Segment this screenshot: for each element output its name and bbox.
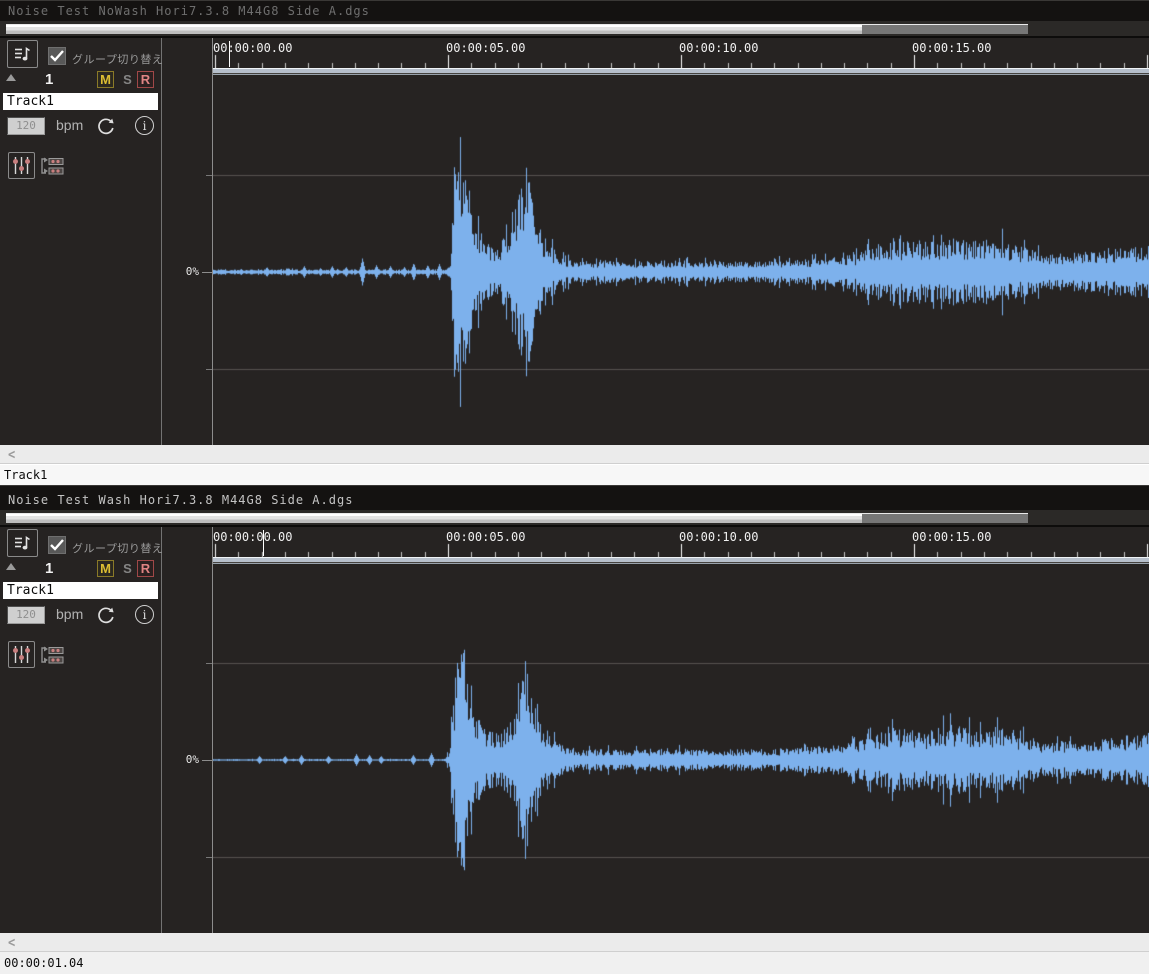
music-note-icon bbox=[13, 45, 32, 63]
collapse-track-arrow[interactable] bbox=[6, 74, 16, 81]
window-title: Noise Test NoWash Hori7.3.8 M44G8 Side A… bbox=[8, 4, 370, 18]
track-number: 1 bbox=[45, 71, 53, 88]
tab-scroll-strip: < bbox=[0, 933, 1149, 952]
effect-routing-icon[interactable] bbox=[38, 645, 66, 669]
zero-percent-label: 0% bbox=[186, 265, 199, 278]
info-icon[interactable]: i bbox=[135, 605, 154, 624]
track-name-field[interactable]: Track1 bbox=[3, 93, 158, 110]
clip-region-bar[interactable] bbox=[213, 68, 1149, 76]
ruler-ticks bbox=[213, 527, 1149, 557]
lower-grid-tick bbox=[206, 369, 212, 370]
track-name-field[interactable]: Track1 bbox=[3, 582, 158, 599]
scrollbar-thumb[interactable] bbox=[6, 25, 862, 34]
playhead-cursor[interactable] bbox=[229, 41, 230, 67]
amplitude-scale-gutter: 0% bbox=[162, 527, 213, 933]
zero-tick bbox=[202, 760, 212, 761]
mute-button[interactable]: M bbox=[97, 560, 114, 577]
horizontal-scrollbar[interactable] bbox=[0, 21, 1149, 38]
app-root: Noise Test NoWash Hori7.3.8 M44G8 Side A… bbox=[0, 0, 1149, 974]
check-icon bbox=[50, 50, 64, 62]
collapse-track-arrow[interactable] bbox=[6, 563, 16, 570]
mixer-button[interactable] bbox=[8, 152, 35, 179]
track-number: 1 bbox=[45, 560, 53, 577]
window-title: Noise Test Wash Hori7.3.8 M44G8 Side A.d… bbox=[8, 493, 353, 507]
scrollbar-track[interactable] bbox=[6, 24, 1028, 34]
tab-scroll-strip: < bbox=[0, 445, 1149, 464]
track-tab[interactable]: Track1 bbox=[0, 464, 1149, 485]
scrollbar-track[interactable] bbox=[6, 513, 1028, 523]
group-toggle-checkbox[interactable] bbox=[48, 47, 66, 65]
upper-grid-tick bbox=[206, 663, 212, 664]
check-icon bbox=[50, 539, 64, 551]
editor-window-nowash: Noise Test NoWash Hori7.3.8 M44G8 Side A… bbox=[0, 0, 1149, 485]
record-button[interactable]: R bbox=[137, 560, 154, 577]
group-toggle-checkbox[interactable] bbox=[48, 536, 66, 554]
faders-icon bbox=[11, 644, 32, 665]
waveform-column: 00:00:00.0000:00:05.0000:00:10.0000:00:1… bbox=[213, 527, 1149, 933]
refresh-icon[interactable] bbox=[96, 605, 116, 629]
horizontal-scrollbar[interactable] bbox=[0, 510, 1149, 527]
track-control-sidebar: グループ切り替え 1 M S R Track1 120 bpm bbox=[0, 527, 162, 933]
timeline-ruler[interactable]: 00:00:00.0000:00:05.0000:00:10.0000:00:1… bbox=[213, 527, 1149, 557]
music-note-icon bbox=[13, 534, 32, 552]
scroll-left-button[interactable]: < bbox=[8, 446, 15, 463]
playhead-cursor[interactable] bbox=[263, 530, 264, 556]
clip-region-bar[interactable] bbox=[213, 557, 1149, 565]
timeline-ruler[interactable]: 00:00:00.0000:00:05.0000:00:10.0000:00:1… bbox=[213, 38, 1149, 68]
record-button[interactable]: R bbox=[137, 71, 154, 88]
editor-window-wash: Noise Test Wash Hori7.3.8 M44G8 Side A.d… bbox=[0, 485, 1149, 974]
bpm-label: bpm bbox=[56, 606, 83, 622]
group-toggle-label: グループ切り替え bbox=[72, 51, 163, 67]
refresh-icon[interactable] bbox=[96, 116, 116, 140]
solo-button[interactable]: S bbox=[119, 71, 136, 88]
lower-grid-tick bbox=[206, 857, 212, 858]
upper-grid-tick bbox=[206, 175, 212, 176]
bpm-label: bpm bbox=[56, 117, 83, 133]
zero-percent-label: 0% bbox=[186, 753, 199, 766]
effect-routing-icon[interactable] bbox=[38, 156, 66, 180]
waveform-display[interactable] bbox=[213, 565, 1149, 933]
ruler-ticks bbox=[213, 38, 1149, 68]
window-titlebar[interactable]: Noise Test Wash Hori7.3.8 M44G8 Side A.d… bbox=[0, 485, 1149, 510]
info-icon[interactable]: i bbox=[135, 116, 154, 135]
group-toggle-label: グループ切り替え bbox=[72, 540, 163, 556]
score-view-button[interactable] bbox=[7, 40, 38, 68]
waveform-column: 00:00:00.0000:00:05.0000:00:10.0000:00:1… bbox=[213, 38, 1149, 445]
scrollbar-thumb[interactable] bbox=[6, 514, 862, 523]
waveform-display[interactable] bbox=[213, 76, 1149, 445]
bpm-input[interactable]: 120 bbox=[7, 117, 45, 135]
score-view-button[interactable] bbox=[7, 529, 38, 557]
amplitude-scale-gutter: 0% bbox=[162, 38, 213, 445]
mute-button[interactable]: M bbox=[97, 71, 114, 88]
zero-tick bbox=[202, 272, 212, 273]
window-titlebar[interactable]: Noise Test NoWash Hori7.3.8 M44G8 Side A… bbox=[0, 0, 1149, 21]
bpm-input[interactable]: 120 bbox=[7, 606, 45, 624]
status-bar-time: 00:00:01.04 bbox=[0, 952, 1149, 974]
track-control-sidebar: グループ切り替え 1 M S R Track1 120 bpm bbox=[0, 38, 162, 445]
mixer-button[interactable] bbox=[8, 641, 35, 668]
solo-button[interactable]: S bbox=[119, 560, 136, 577]
faders-icon bbox=[11, 155, 32, 176]
scroll-left-button[interactable]: < bbox=[8, 934, 15, 951]
